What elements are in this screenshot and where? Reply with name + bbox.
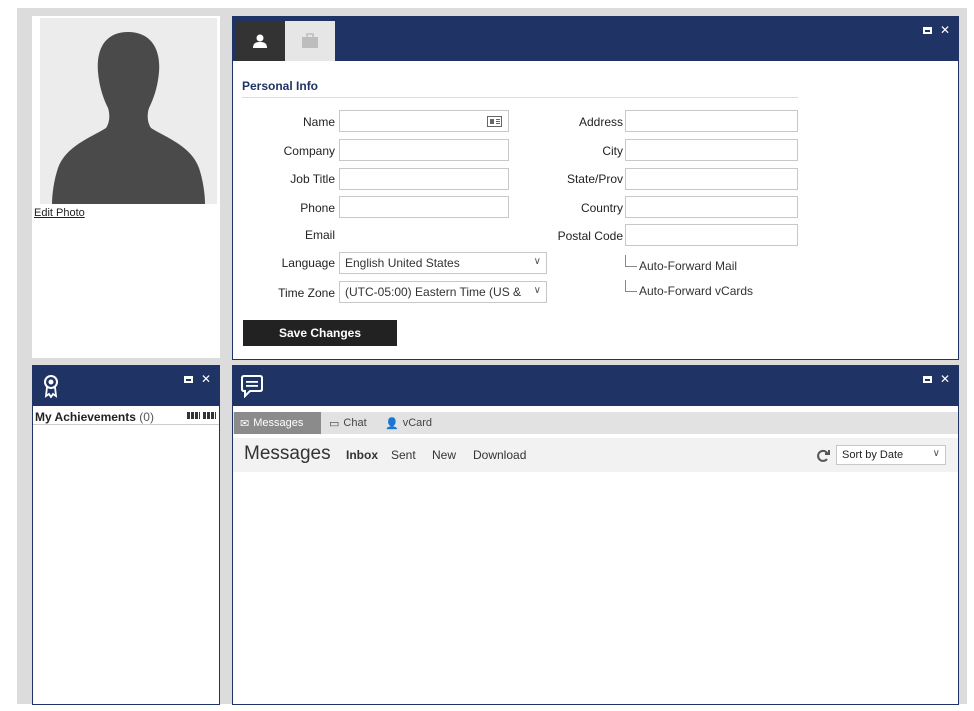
messages-heading: Messages — [244, 443, 331, 464]
tab-chat[interactable]: ▭ Chat — [323, 412, 378, 434]
person-icon — [253, 34, 267, 48]
state-prov-field[interactable] — [625, 168, 798, 190]
profile-titlebar: ✕ — [233, 17, 958, 61]
refresh-icon[interactable] — [816, 449, 830, 463]
achievements-count: (0) — [139, 410, 154, 424]
sort-value: Sort by Date — [842, 449, 904, 461]
phone-field[interactable] — [339, 196, 509, 218]
sort-select[interactable]: Sort by Date ∨ — [836, 445, 946, 465]
contact-card-icon[interactable] — [487, 116, 502, 127]
tab-messages[interactable]: ✉ Messages — [234, 412, 321, 434]
speech-bubble-icon — [241, 375, 263, 398]
messages-tab-bar: ✉ Messages ▭ Chat 👤 vCard — [233, 412, 958, 434]
list-view-icon[interactable] — [187, 412, 200, 419]
tab-vcard-label: vCard — [402, 417, 433, 429]
tab-personal-info[interactable] — [235, 21, 285, 61]
name-label: Name — [302, 115, 335, 129]
vcard-icon: 👤 — [385, 417, 399, 430]
company-field[interactable] — [339, 139, 509, 161]
close-icon[interactable]: ✕ — [940, 373, 950, 385]
achievements-titlebar: ✕ — [33, 366, 219, 406]
new-link[interactable]: New — [432, 448, 456, 462]
achievements-divider — [33, 424, 219, 425]
address-label: Address — [578, 115, 623, 129]
section-title: Personal Info — [242, 79, 319, 93]
chevron-down-icon: ∨ — [932, 448, 940, 459]
grid-view-icon[interactable] — [203, 412, 216, 419]
email-label: Email — [304, 228, 335, 242]
achievements-title-text: My Achievements — [35, 410, 136, 424]
award-ribbon-icon — [44, 375, 58, 398]
auto-forward-mail-label: Auto-Forward Mail — [639, 259, 738, 273]
section-divider — [242, 97, 798, 98]
edit-photo-link[interactable]: Edit Photo — [34, 207, 85, 219]
envelope-icon: ✉ — [240, 417, 250, 430]
city-label: City — [602, 144, 623, 158]
save-changes-button[interactable]: Save Changes — [243, 320, 397, 346]
city-field[interactable] — [625, 139, 798, 161]
timezone-value: (UTC-05:00) Eastern Time (US & — [345, 285, 522, 299]
timezone-select[interactable]: (UTC-05:00) Eastern Time (US & ∨ — [339, 281, 547, 303]
close-icon[interactable]: ✕ — [201, 373, 211, 385]
auto-forward-vcards-label: Auto-Forward vCards — [639, 284, 754, 298]
close-icon[interactable]: ✕ — [940, 24, 950, 36]
postal-code-field[interactable] — [625, 224, 798, 246]
maximize-icon[interactable] — [922, 375, 932, 383]
country-label: Country — [580, 201, 623, 215]
messages-window: ✕ ✉ Messages ▭ Chat 👤 vCard Messages Inb… — [232, 365, 959, 705]
view-toggle — [187, 412, 216, 419]
country-field[interactable] — [625, 196, 798, 218]
job-title-field[interactable] — [339, 168, 509, 190]
language-label: Language — [281, 256, 335, 270]
chevron-down-icon: ∨ — [533, 256, 541, 267]
company-label: Company — [283, 144, 335, 158]
achievements-window: ✕ My Achievements (0) — [32, 365, 220, 705]
tab-vcard[interactable]: 👤 vCard — [379, 412, 447, 434]
photo-panel: Edit Photo — [32, 16, 220, 358]
tab-messages-label: Messages — [253, 417, 304, 429]
language-value: English United States — [345, 256, 460, 270]
maximize-icon[interactable] — [183, 375, 193, 383]
avatar-placeholder-icon — [40, 18, 217, 204]
phone-label: Phone — [300, 201, 335, 215]
auto-forward-vcards-checkbox[interactable] — [625, 280, 637, 292]
name-field[interactable] — [339, 110, 509, 132]
achievements-title: My Achievements (0) — [35, 410, 154, 424]
auto-forward-mail-checkbox[interactable] — [625, 255, 637, 267]
messages-titlebar: ✕ — [233, 366, 958, 406]
address-field[interactable] — [625, 110, 798, 132]
chat-icon: ▭ — [329, 417, 340, 430]
maximize-icon[interactable] — [922, 26, 932, 34]
inbox-link[interactable]: Inbox — [346, 448, 378, 462]
briefcase-icon — [302, 33, 318, 48]
tab-business-info[interactable] — [285, 21, 335, 61]
language-select[interactable]: English United States ∨ — [339, 252, 547, 274]
state-prov-label: State/Prov — [566, 172, 623, 186]
postal-code-label: Postal Code — [557, 229, 623, 243]
profile-window: ✕ Personal Info Name Company Job Title P… — [232, 16, 959, 360]
job-title-label: Job Title — [290, 172, 335, 186]
chevron-down-icon: ∨ — [533, 285, 541, 296]
download-link[interactable]: Download — [473, 448, 526, 462]
timezone-label: Time Zone — [278, 286, 335, 300]
tab-chat-label: Chat — [343, 417, 367, 429]
messages-toolbar: Messages Inbox Sent New Download Sort by… — [233, 438, 958, 472]
sent-link[interactable]: Sent — [391, 448, 416, 462]
